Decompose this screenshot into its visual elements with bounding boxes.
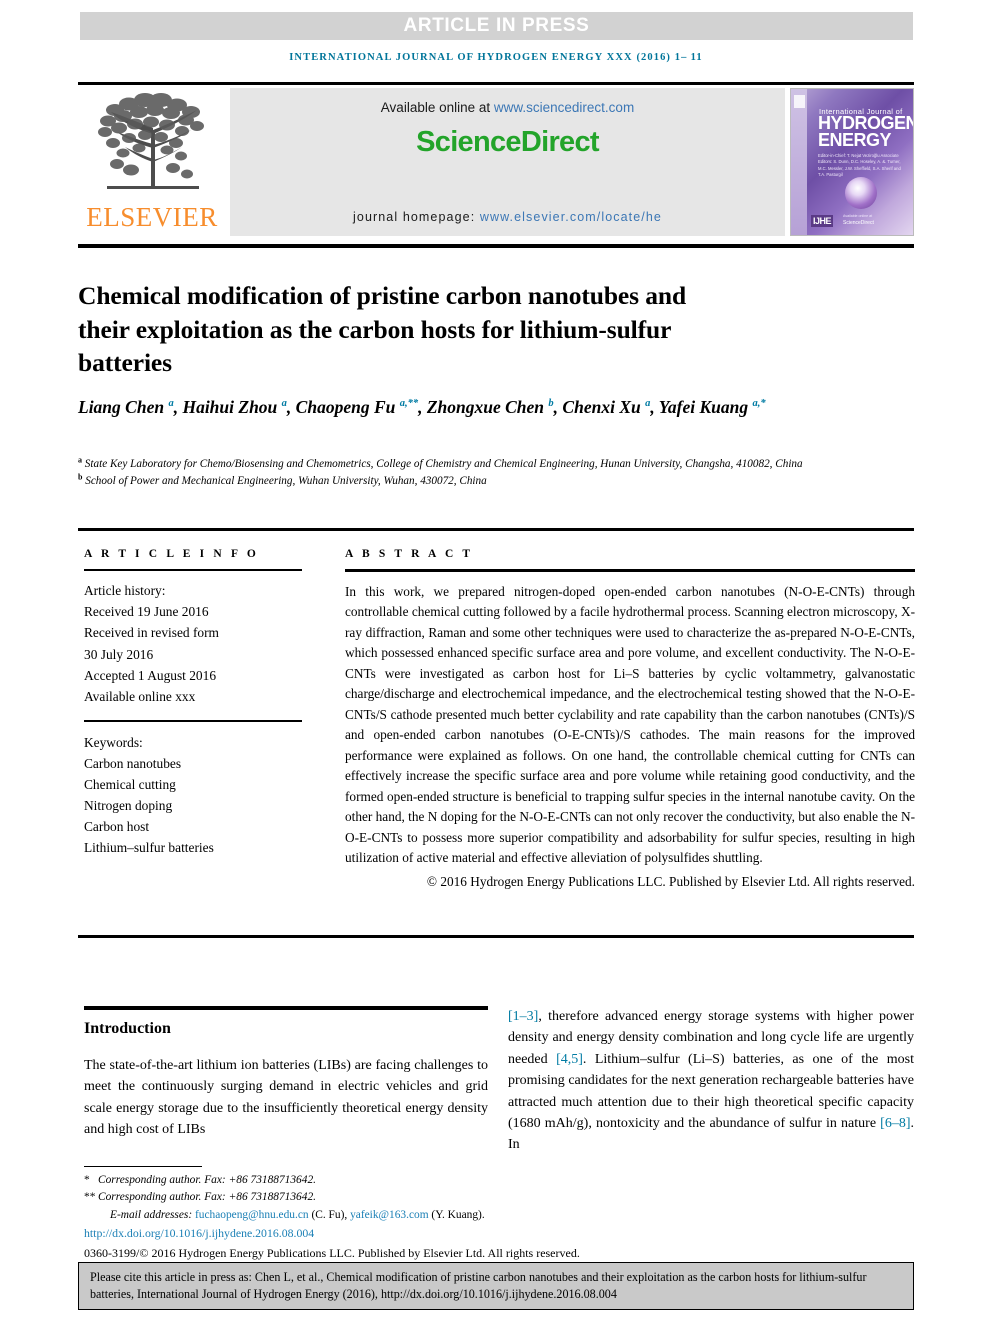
sciencedirect-block: Available online at www.sciencedirect.co…	[230, 88, 785, 236]
article-title: Chemical modification of pristine carbon…	[78, 281, 687, 378]
article-info-rule	[84, 569, 302, 571]
issn-copyright-line: 0360-3199/© 2016 Hydrogen Energy Publica…	[84, 1245, 580, 1260]
elsevier-tree-icon	[98, 93, 204, 189]
journal-homepage-prefix: journal homepage:	[353, 210, 480, 224]
please-cite-box: Please cite this article in press as: Ch…	[78, 1262, 914, 1310]
keyword-item: Carbon nanotubes	[84, 755, 182, 771]
keyword-item: Lithium–sulfur batteries	[84, 840, 214, 856]
affiliation-item: b School of Power and Mechanical Enginee…	[78, 472, 878, 490]
article-history-items: Received 19 June 2016 Received in revised…	[84, 601, 304, 707]
doi-link[interactable]: http://dx.doi.org/10.1016/j.ijhydene.201…	[84, 1225, 914, 1243]
article-history-item: Available online xxx	[84, 688, 196, 704]
affiliation-text: State Key Laboratory for Chemo/Biosensin…	[82, 458, 803, 470]
article-history-item: Accepted 1 August 2016	[84, 667, 217, 683]
abstract-text: In this work, we prepared nitrogen-doped…	[345, 583, 915, 866]
email-link-2[interactable]: yafeik@163.com	[350, 1209, 429, 1221]
citation-reference-link[interactable]: [6–8]	[880, 1116, 910, 1131]
available-online-prefix: Available online at	[380, 100, 494, 115]
article-info-heading: A R T I C L E I N F O	[84, 548, 259, 560]
body-column-right: [1–3], therefore advanced energy storage…	[508, 1006, 914, 1156]
cover-elsevier-mark-icon	[794, 95, 805, 108]
article-history-block: Article history: Received 19 June 2016 Re…	[84, 580, 304, 707]
introduction-paragraph-left: The state-of-the-art lithium ion batteri…	[84, 1058, 488, 1138]
please-cite-text: Please cite this article in press as: Ch…	[90, 1270, 867, 1302]
affiliation-item: a State Key Laboratory for Chemo/Biosens…	[78, 456, 878, 473]
elsevier-wordmark: ELSEVIER	[86, 202, 218, 232]
abstract-section-top-rule	[78, 528, 914, 531]
email-link-1[interactable]: fuchaopeng@hnu.edu.cn	[195, 1209, 309, 1221]
author-affiliation-marker: a,*	[752, 398, 766, 410]
article-in-press-label: ARTICLE IN PRESS	[403, 15, 590, 36]
affiliation-text: School of Power and Mechanical Engineeri…	[82, 474, 487, 487]
masthead-bottom-rule	[78, 244, 914, 248]
article-info-column: A R T I C L E I N F O Article history: R…	[84, 548, 304, 859]
introduction-paragraph-right: [1–3], therefore advanced energy storage…	[508, 1006, 914, 1156]
keyword-item: Nitrogen doping	[84, 798, 173, 814]
author-name: Yafei Kuang	[658, 397, 753, 417]
introduction-rule	[84, 1006, 488, 1010]
cover-sphere-graphic	[845, 177, 877, 209]
journal-cover-thumbnail[interactable]: International Journal of HYDROGEN ENERGY…	[790, 88, 914, 236]
article-history-item: 30 July 2016	[84, 646, 154, 662]
cover-sidebar	[791, 89, 807, 235]
cover-imprint-mark: IJHE	[811, 215, 834, 227]
abstract-heading: A B S T R A C T	[345, 548, 474, 560]
corresponding-mark-2: **	[84, 1191, 96, 1204]
sciencedirect-url-link[interactable]: www.sciencedirect.com	[494, 100, 634, 115]
corresponding-author-note-1: * Corresponding author. Fax: +86 73188713…	[84, 1172, 914, 1189]
author-name: Zhongxue Chen	[426, 397, 549, 417]
author-affiliation-marker: a,**	[399, 398, 419, 410]
author-separator: ,	[418, 397, 427, 417]
journal-running-head: INTERNATIONAL JOURNAL OF HYDROGEN ENERGY…	[289, 52, 703, 63]
paper-page: ARTICLE IN PRESS INTERNATIONAL JOURNAL O…	[0, 0, 992, 1323]
keywords-rule	[84, 720, 302, 722]
author-name: Liang Chen	[78, 397, 169, 417]
email-addresses-label: E-mail addresses:	[110, 1208, 195, 1221]
email-owner-2: (Y. Kuang).	[428, 1208, 485, 1221]
keywords-label: Keywords:	[84, 734, 143, 750]
article-in-press-band: ARTICLE IN PRESS	[80, 12, 913, 40]
citation-reference-link[interactable]: [1–3]	[508, 1009, 538, 1024]
email-addresses-line: E-mail addresses: fuchaopeng@hnu.edu.cn …	[84, 1207, 914, 1224]
elsevier-logo[interactable]: ELSEVIER	[78, 88, 226, 237]
corresponding-text-1: Corresponding author. Fax: +86 731887136…	[98, 1174, 316, 1186]
article-history-label: Article history:	[84, 583, 166, 598]
affiliation-list: a State Key Laboratory for Chemo/Biosens…	[78, 456, 878, 489]
cover-sciencedirect-tag: ScienceDirect	[843, 220, 874, 226]
keyword-item: Carbon host	[84, 819, 150, 835]
masthead-top-rule	[78, 82, 914, 85]
abstract-column: A B S T R A C T In this work, we prepare…	[345, 548, 915, 892]
keyword-item: Chemical cutting	[84, 776, 176, 792]
email-owner-1: (C. Fu),	[308, 1208, 351, 1221]
cover-available-tag: Available online at	[843, 214, 873, 218]
author-name: Haihui Zhou	[182, 397, 282, 417]
footnotes-block: * Corresponding author. Fax: +86 73188713…	[84, 1172, 914, 1262]
cover-editors: Editor-in-Chief: T. Nejat Veziroğlu Asso…	[818, 153, 901, 177]
corresponding-author-note-2: ** Corresponding author. Fax: +86 7318871…	[84, 1189, 914, 1206]
author-name: Chaopeng Fu	[295, 397, 400, 417]
journal-homepage-line: journal homepage: www.elsevier.com/locat…	[230, 210, 785, 224]
abstract-copyright: © 2016 Hydrogen Energy Publications LLC.…	[426, 873, 915, 889]
body-column-left: Introduction The state-of-the-art lithiu…	[84, 1006, 488, 1141]
corresponding-mark-1: *	[84, 1174, 90, 1186]
abstract-rule	[345, 569, 915, 572]
journal-homepage-link[interactable]: www.elsevier.com/locate/he	[480, 210, 662, 224]
footnote-separator-rule	[84, 1166, 202, 1168]
article-history-item: Received 19 June 2016	[84, 604, 209, 620]
keyword-items: Carbon nanotubes Chemical cutting Nitrogen…	[84, 753, 304, 859]
author-list: Liang Chen a, Haihui Zhou a, Chaopeng Fu…	[78, 395, 878, 421]
introduction-heading: Introduction	[84, 1020, 171, 1037]
author-separator: ,	[650, 397, 659, 417]
author-name: Chenxi Xu	[562, 397, 646, 417]
masthead: ELSEVIER Available online at www.science…	[78, 88, 914, 237]
article-history-item: Received in revised form	[84, 625, 219, 641]
citation-reference-link[interactable]: [4,5]	[556, 1052, 583, 1067]
abstract-bottom-rule	[78, 935, 914, 938]
sciencedirect-wordmark[interactable]: ScienceDirect	[230, 126, 785, 159]
cover-title-line-2: ENERGY	[818, 130, 892, 150]
author-separator: ,	[286, 397, 296, 417]
keywords-block: Keywords: Carbon nanotubes Chemical cutti…	[84, 732, 304, 859]
available-online-line: Available online at www.sciencedirect.co…	[230, 100, 785, 115]
corresponding-text-2: Corresponding author. Fax: +86 731887136…	[98, 1191, 316, 1204]
